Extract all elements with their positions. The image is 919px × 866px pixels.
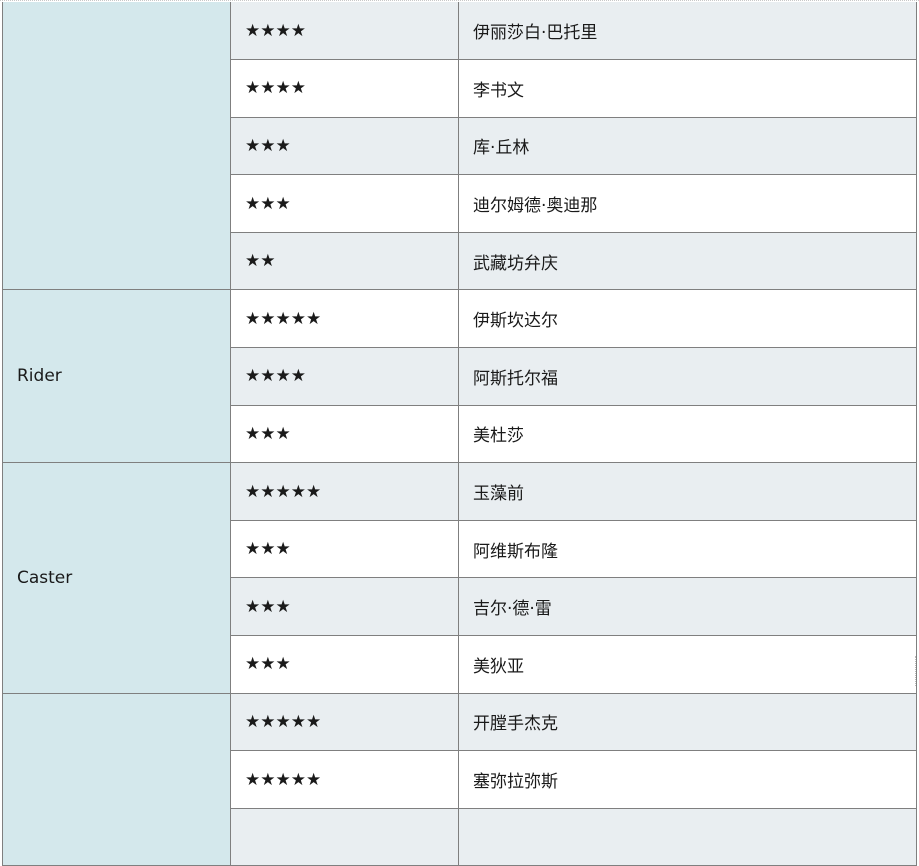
table-row: ★★★★ 伊丽莎白·巴托里 [2,2,917,291]
rarity-stars: ★★★ [230,116,459,176]
table-row: ★★★★★ 开膛手杰克 [2,692,917,866]
rarity-stars: ★★★★★ [230,692,459,752]
rarity-stars: ★★★★ [230,2,459,61]
servant-rarity-table: ★★★★ 伊丽莎白·巴托里 ★★★★ 李书文 ★★★ 库·丘林 ★★★ 迪尔姆德… [2,2,917,866]
servant-name: 库·丘林 [458,116,917,176]
servant-name: 开膛手杰克 [458,692,917,752]
rarity-stars: ★★★★ [230,347,459,406]
class-cell-rider: Rider [2,289,231,464]
class-cell [2,2,231,291]
rarity-stars: ★★★★ [230,59,459,118]
servant-name: 美杜莎 [458,404,917,464]
servant-name: 塞弥拉弥斯 [458,750,917,809]
rarity-stars: ★★★★★ [230,289,459,349]
rarity-stars: ★★★ [230,174,459,233]
servant-name [458,807,917,866]
table-row: Caster ★★★★★ 玉藻前 [2,462,917,694]
servant-name: 伊丽莎白·巴托里 [458,2,917,61]
servant-name: 阿斯托尔福 [458,347,917,406]
right-edge-dotted-marker [915,656,919,686]
rarity-stars: ★★★★★ [230,462,459,521]
servant-name: 李书文 [458,59,917,118]
rarity-stars: ★★★ [230,635,459,694]
rarity-stars [230,807,459,866]
page-top-dotted-border [0,0,919,1]
class-cell-caster: Caster [2,462,231,694]
servant-name: 阿维斯布隆 [458,519,917,579]
class-cell [2,692,231,866]
rarity-stars: ★★★ [230,577,459,637]
rarity-stars: ★★★ [230,519,459,579]
servant-name: 武藏坊弁庆 [458,231,917,291]
table-row: Rider ★★★★★ 伊斯坎达尔 [2,289,917,464]
servant-name: 伊斯坎达尔 [458,289,917,349]
rarity-stars: ★★★★★ [230,750,459,809]
servant-name: 美狄亚 [458,635,917,694]
servant-name: 玉藻前 [458,462,917,521]
servant-name: 吉尔·德·雷 [458,577,917,637]
rarity-stars: ★★ [230,231,459,291]
servant-name: 迪尔姆德·奥迪那 [458,174,917,233]
rarity-stars: ★★★ [230,404,459,464]
